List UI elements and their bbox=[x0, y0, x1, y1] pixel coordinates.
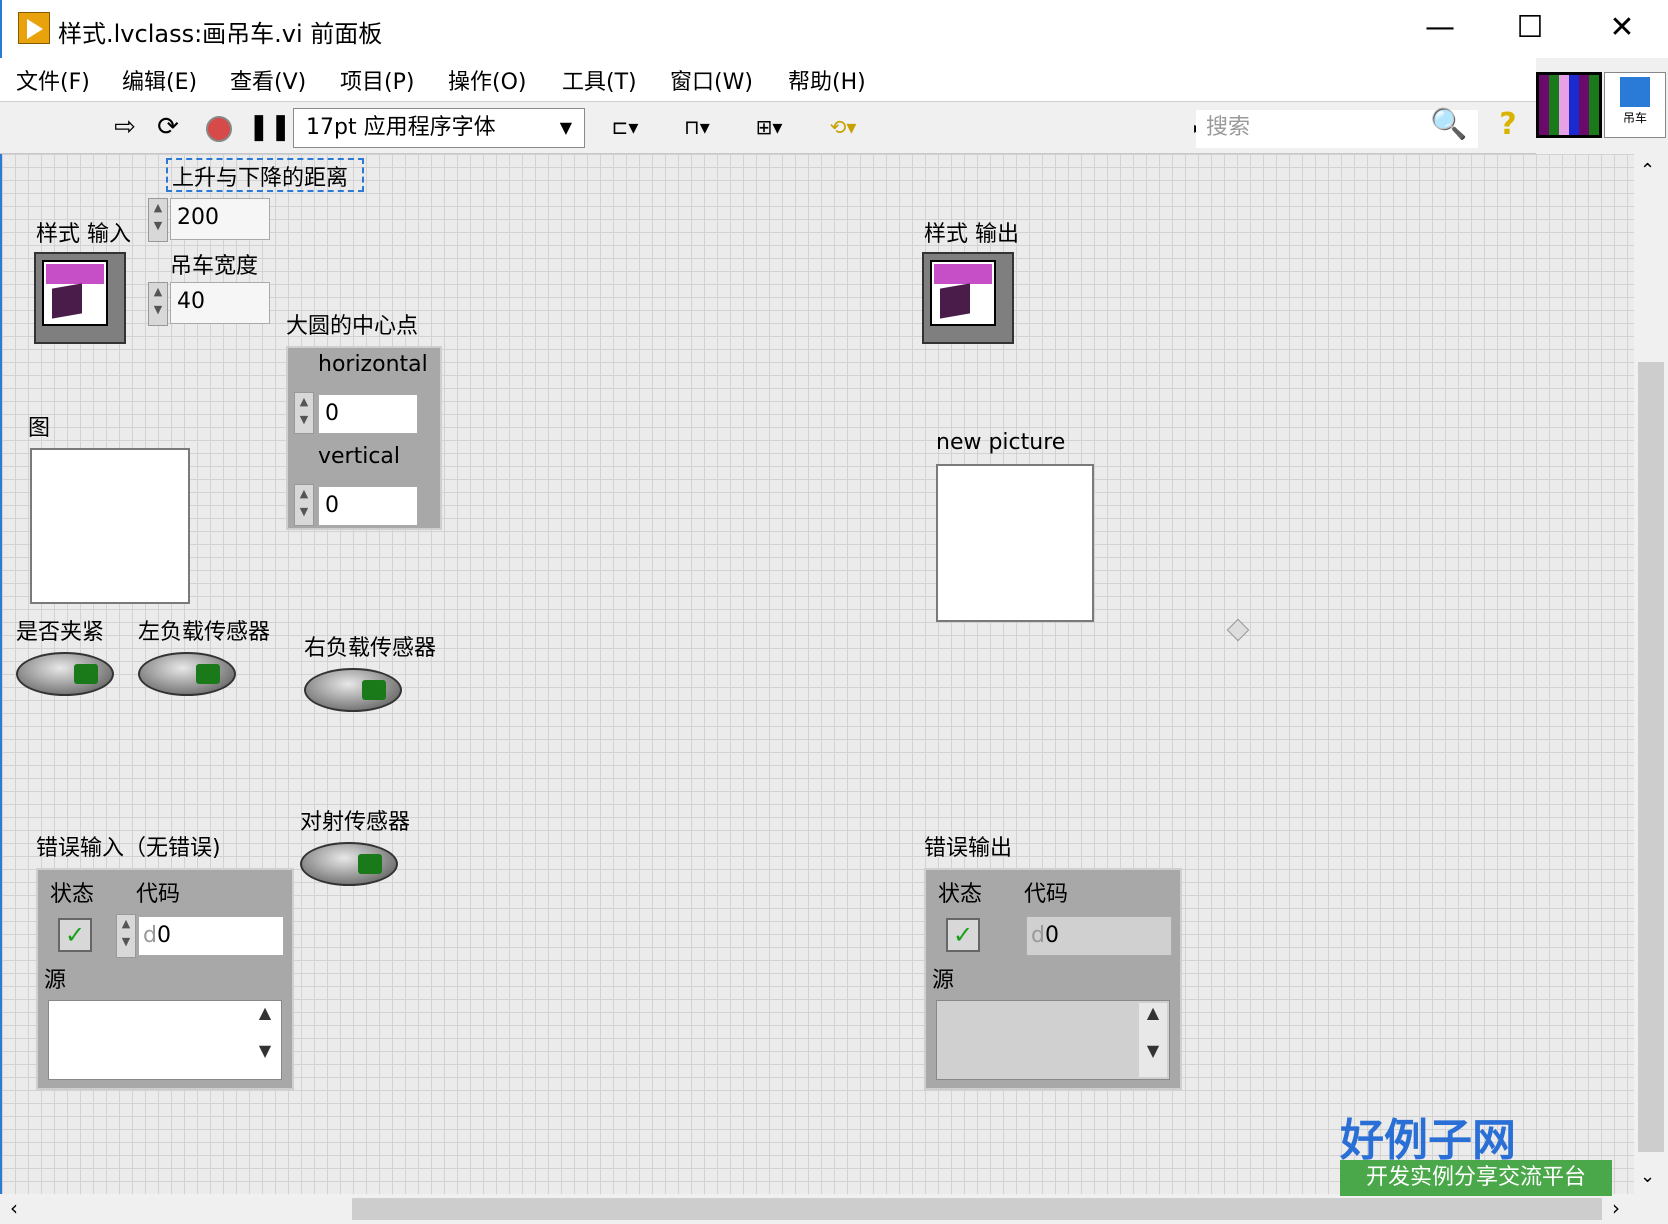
blue-cube-icon bbox=[1620, 77, 1650, 107]
crane-width-spinner[interactable]: ▲ ▼ bbox=[148, 282, 168, 326]
scroll-down-icon[interactable]: ⌄ bbox=[1640, 1166, 1655, 1187]
crane-width-input[interactable]: 40 bbox=[170, 282, 270, 324]
style-band bbox=[934, 264, 992, 284]
vertical-spinner[interactable]: ▲ ▼ bbox=[294, 484, 314, 526]
beam-sensor-label: 对射传感器 bbox=[300, 810, 411, 835]
resize-objects-icon[interactable]: ⊞▾ bbox=[744, 112, 794, 142]
code-radix: d bbox=[143, 923, 157, 948]
style-band bbox=[46, 264, 104, 284]
new-picture-indicator bbox=[936, 464, 1094, 622]
close-button[interactable]: ✕ bbox=[1576, 0, 1668, 58]
align-objects-icon[interactable]: ⊏▾ bbox=[600, 112, 650, 142]
pause-icon[interactable]: ❚❚ bbox=[248, 112, 292, 142]
new-picture-label: new picture bbox=[936, 430, 1066, 455]
vi-icon-pane[interactable]: 吊车 bbox=[1604, 72, 1666, 138]
right-sensor-button[interactable] bbox=[304, 668, 402, 712]
search-icon[interactable]: 🔍 bbox=[1430, 110, 1467, 140]
horizontal-scroll-thumb[interactable] bbox=[352, 1198, 1602, 1220]
menu-operate[interactable]: 操作(O) bbox=[448, 64, 526, 96]
rise-fall-input[interactable]: 200 bbox=[170, 198, 270, 240]
menu-help[interactable]: 帮助(H) bbox=[788, 64, 866, 96]
error-out-code-indicator: d0 bbox=[1026, 916, 1172, 956]
help-icon[interactable]: ? bbox=[1494, 110, 1522, 140]
scroll-up-icon[interactable]: ⌃ bbox=[1640, 160, 1655, 181]
watermark-subtitle: 开发实例分享交流平台 bbox=[1340, 1160, 1612, 1196]
code-radix: d bbox=[1031, 923, 1045, 948]
error-out-code-label: 代码 bbox=[1024, 882, 1069, 907]
horizontal-label: horizontal bbox=[318, 352, 428, 377]
run-arrow-icon[interactable]: ⇨ bbox=[108, 112, 142, 142]
vertical-label: vertical bbox=[318, 444, 401, 469]
error-out-label: 错误输出 bbox=[924, 836, 1013, 861]
menu-edit[interactable]: 编辑(E) bbox=[122, 64, 197, 96]
error-out-source-scrollbar[interactable]: ▲ ▼ bbox=[1139, 1003, 1167, 1077]
error-out-source-label: 源 bbox=[932, 968, 955, 993]
style-out-indicator bbox=[922, 252, 1014, 344]
origin-marker bbox=[1226, 618, 1250, 642]
cube-icon bbox=[52, 283, 82, 319]
left-sensor-button[interactable] bbox=[138, 652, 236, 696]
error-out-status-label: 状态 bbox=[938, 882, 983, 907]
menu-tools[interactable]: 工具(T) bbox=[562, 64, 637, 96]
error-in-code-label: 代码 bbox=[136, 882, 181, 907]
clamped-label: 是否夹紧 bbox=[16, 620, 105, 645]
left-sensor-label: 左负载传感器 bbox=[138, 620, 271, 645]
menu-view[interactable]: 查看(V) bbox=[230, 64, 306, 96]
right-sensor-label: 右负载传感器 bbox=[304, 636, 437, 661]
distribute-objects-icon[interactable]: ⊓▾ bbox=[672, 112, 722, 142]
error-in-status-checkbox[interactable]: ✓ bbox=[58, 918, 92, 952]
menu-file[interactable]: 文件(F) bbox=[16, 64, 90, 96]
icon-pane-label: 吊车 bbox=[1622, 111, 1647, 125]
error-out-source-indicator: ▲ ▼ bbox=[936, 1000, 1170, 1080]
maximize-button[interactable]: ☐ bbox=[1484, 0, 1576, 58]
error-in-code-value: 0 bbox=[156, 923, 171, 948]
error-in-code-spinner[interactable]: ▲ ▼ bbox=[116, 914, 136, 958]
rise-fall-label: 上升与下降的距离 bbox=[172, 166, 349, 191]
error-in-source-input[interactable]: ▲ ▼ bbox=[48, 1000, 282, 1080]
style-in-control[interactable] bbox=[34, 252, 126, 344]
picture-control[interactable] bbox=[30, 448, 190, 604]
window-title: 样式.lvclass:画吊车.vi 前面板 bbox=[58, 20, 383, 48]
style-in-face bbox=[42, 260, 108, 326]
style-out-label: 样式 输出 bbox=[924, 222, 1019, 247]
connector-pane[interactable] bbox=[1536, 72, 1602, 138]
error-out-code-value: 0 bbox=[1044, 923, 1059, 948]
chevron-down-icon: ▼ bbox=[559, 118, 572, 137]
clamped-button[interactable] bbox=[16, 652, 114, 696]
abort-icon[interactable] bbox=[206, 116, 232, 142]
front-panel-canvas: 上升与下降的距离 ▲ ▼ 200 样式 输入 吊车宽度 ▲ ▼ 40 大圆的中心点 … bbox=[0, 154, 1634, 1194]
connector-terminals bbox=[1539, 75, 1599, 135]
picture-label: 图 bbox=[28, 416, 51, 441]
crane-width-label: 吊车宽度 bbox=[170, 254, 259, 279]
error-in-code-input[interactable]: d0 bbox=[138, 916, 284, 956]
horizontal-spinner[interactable]: ▲ ▼ bbox=[294, 392, 314, 434]
scroll-left-icon[interactable]: ‹ bbox=[10, 1196, 18, 1220]
error-out-status-led: ✓ bbox=[946, 918, 980, 952]
run-continuously-icon[interactable]: ⟳ bbox=[150, 112, 186, 142]
scroll-right-icon[interactable]: › bbox=[1612, 1196, 1620, 1220]
error-in-label: 错误输入（无错误) bbox=[36, 836, 221, 861]
error-in-status-label: 状态 bbox=[50, 882, 95, 907]
minimize-button[interactable]: — bbox=[1394, 0, 1486, 58]
error-in-source-label: 源 bbox=[44, 968, 67, 993]
menu-project[interactable]: 项目(P) bbox=[340, 64, 414, 96]
watermark-logo: 好例子网 bbox=[1340, 1115, 1516, 1166]
error-in-source-scrollbar[interactable]: ▲ ▼ bbox=[251, 1003, 279, 1077]
cube-icon bbox=[940, 283, 970, 319]
font-select[interactable]: 17pt 应用程序字体 ▼ bbox=[293, 108, 585, 148]
vertical-scroll-thumb[interactable] bbox=[1638, 362, 1664, 1152]
style-out-face bbox=[930, 260, 996, 326]
menu-window[interactable]: 窗口(W) bbox=[670, 64, 753, 96]
style-in-label: 样式 输入 bbox=[36, 222, 131, 247]
horizontal-input[interactable]: 0 bbox=[318, 394, 418, 434]
big-circle-label: 大圆的中心点 bbox=[286, 314, 419, 339]
font-select-value: 17pt 应用程序字体 bbox=[306, 115, 496, 140]
vi-run-icon bbox=[18, 12, 50, 44]
vertical-input[interactable]: 0 bbox=[318, 486, 418, 526]
beam-sensor-button[interactable] bbox=[300, 842, 398, 886]
reorder-icon[interactable]: ⟲▾ bbox=[818, 112, 868, 142]
rise-fall-spinner[interactable]: ▲ ▼ bbox=[148, 198, 168, 242]
